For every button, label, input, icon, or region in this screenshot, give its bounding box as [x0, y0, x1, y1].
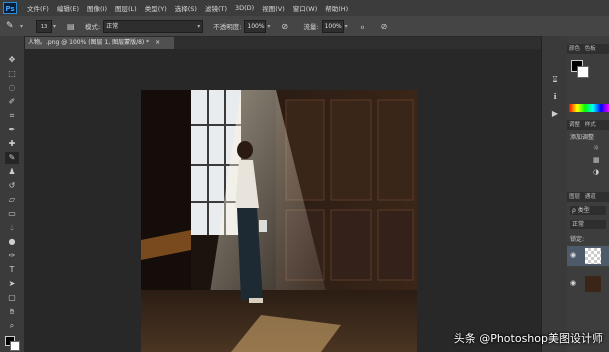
menu-bar: Ps 文件(F) 编辑(E) 图像(I) 图层(L) 类型(Y) 选择(S) 滤… — [0, 0, 609, 16]
eyedropper-tool-icon[interactable]: ✒ — [5, 124, 19, 136]
menu-help[interactable]: 帮助(H) — [325, 3, 348, 13]
path-selection-tool-icon[interactable]: ➤ — [5, 278, 19, 290]
document-tab[interactable]: 人物。.png @ 100% (图层 1, 图层蒙版/8) * × — [24, 37, 174, 49]
mode-chevron-icon: ▾ — [197, 22, 201, 30]
actions-panel-icon[interactable]: ▶ — [549, 108, 561, 119]
mode-label: 模式: — [85, 23, 101, 31]
options-bar: ✎ ▾ 13 ▾ ▤ 模式: 正常 ▾ 不透明度: 100% ▾ ⊘ 流量: 1… — [0, 16, 609, 37]
opacity-chevron-icon[interactable]: ▾ — [267, 23, 275, 30]
menu-view[interactable]: 视图(V) — [262, 3, 285, 13]
menu-image[interactable]: 图像(I) — [87, 3, 107, 13]
type-tool-icon[interactable]: T — [5, 264, 19, 276]
flow-input[interactable]: 100% — [321, 19, 344, 33]
healing-brush-tool-icon[interactable]: ✚ — [5, 138, 19, 150]
tab-adjustments[interactable]: 调整 — [569, 122, 580, 128]
layer-kind-filter[interactable]: ρ 类型 — [570, 206, 606, 215]
layer-row-2[interactable]: ◉ — [567, 274, 609, 294]
tab-layers[interactable]: 图层 — [569, 194, 580, 200]
menu-type[interactable]: 类型(Y) — [145, 3, 167, 13]
add-adjustment-label: 添加调整 — [570, 134, 595, 141]
layer-visibility-eye-icon[interactable]: ◉ — [570, 251, 576, 259]
menu-filter[interactable]: 滤镜(T) — [205, 3, 227, 13]
rectangle-tool-icon[interactable]: ▢ — [5, 292, 19, 304]
flow-label: 流量: — [303, 23, 319, 31]
tab-styles[interactable]: 样式 — [585, 122, 596, 128]
lasso-tool-icon[interactable]: ◌ — [5, 82, 19, 94]
document-tab-close-icon[interactable]: × — [155, 39, 160, 46]
menu-edit[interactable]: 编辑(E) — [57, 3, 79, 13]
move-tool-icon[interactable]: ✥ — [5, 54, 19, 66]
flow-chevron-icon[interactable]: ▾ — [345, 23, 353, 30]
photoshop-logo: Ps — [3, 2, 17, 14]
levels-adjust-icon[interactable]: ▦ — [593, 156, 600, 164]
document-image[interactable] — [141, 90, 417, 352]
adjustments-panel-tab[interactable]: 调整 样式 — [567, 120, 609, 130]
blend-mode-select[interactable]: 正常 — [570, 220, 606, 229]
zoom-tool-icon[interactable]: ⌕ — [5, 320, 19, 332]
blur-tool-icon[interactable]: 💧︎ — [5, 222, 19, 234]
brightness-adjust-icon[interactable]: ☼ — [593, 144, 599, 152]
tab-color[interactable]: 颜色 — [569, 46, 580, 52]
hand-tool-icon[interactable]: ✋︎ — [5, 306, 19, 318]
history-panel-icon[interactable]: ⌛︎ — [549, 74, 561, 85]
mode-select[interactable]: 正常 ▾ — [103, 19, 204, 33]
gradient-tool-icon[interactable]: ▭ — [5, 208, 19, 220]
tools-panel: ✥ ⬚ ◌ ✐ ⌗ ✒ ✚ ✎ ♟ ↺ ▱ ▭ 💧︎ ● ✑ T ➤ ▢ ✋︎ … — [0, 36, 25, 352]
watermark-text: 头条 @Photoshop美图设计师 — [453, 332, 603, 345]
right-panels: 颜色 色板 调整 样式 添加调整 ☼ ▦ ◑ 图层 通道 ρ 类型 正常 锁定:… — [567, 36, 609, 352]
document-tab-bar: 人物。.png @ 100% (图层 1, 图层蒙版/8) * × — [24, 37, 541, 49]
menu-3d[interactable]: 3D(D) — [235, 4, 254, 12]
opacity-value: 100% — [247, 22, 265, 30]
quick-selection-tool-icon[interactable]: ✐ — [5, 96, 19, 108]
crop-tool-icon[interactable]: ⌗ — [5, 110, 19, 122]
flow-value: 100% — [324, 22, 342, 30]
color-spectrum-bar[interactable] — [569, 104, 609, 112]
opacity-label: 不透明度: — [213, 23, 242, 31]
brush-panel-toggle-icon[interactable]: ▤ — [67, 22, 79, 31]
clone-stamp-tool-icon[interactable]: ♟ — [5, 166, 19, 178]
layer-thumbnail — [585, 276, 601, 292]
dodge-tool-icon[interactable]: ● — [5, 236, 19, 248]
eraser-tool-icon[interactable]: ▱ — [5, 194, 19, 206]
menu-layer[interactable]: 图层(L) — [115, 3, 137, 13]
brush-picker-chevron-icon[interactable]: ▾ — [53, 23, 61, 30]
background-color-picker[interactable] — [577, 66, 589, 78]
brush-size-picker[interactable]: 13 — [36, 19, 52, 33]
document-tab-title: 人物。.png @ 100% (图层 1, 图层蒙版/8) * — [28, 39, 150, 46]
tool-preset-chevron-icon[interactable]: ▾ — [20, 23, 30, 30]
panel-dock-strip: ⌛︎ ℹ︎ ▶ — [541, 36, 568, 352]
opacity-pressure-icon[interactable]: ⊘ — [281, 22, 295, 31]
opacity-input[interactable]: 100% — [244, 19, 267, 33]
tab-channels[interactable]: 通道 — [585, 194, 596, 200]
tab-swatches[interactable]: 色板 — [585, 46, 596, 52]
brush-tool-icon[interactable]: ✎ — [6, 21, 20, 31]
color-panel-tab[interactable]: 颜色 色板 — [567, 44, 609, 54]
layer-thumbnail — [585, 248, 601, 264]
room-photo-illustration — [141, 90, 417, 352]
mode-value: 正常 — [106, 22, 119, 30]
layers-panel-tab[interactable]: 图层 通道 — [567, 192, 609, 202]
size-pressure-icon[interactable]: ⊘ — [381, 22, 395, 31]
menu-select[interactable]: 选择(S) — [175, 3, 197, 13]
brush-tool-icon[interactable]: ✎ — [5, 152, 19, 164]
lock-label: 锁定: — [570, 236, 585, 243]
hue-adjust-icon[interactable]: ◑ — [593, 168, 599, 176]
pen-tool-icon[interactable]: ✑ — [5, 250, 19, 262]
layer-visibility-eye-icon[interactable]: ◉ — [570, 279, 576, 287]
background-color-swatch[interactable] — [10, 341, 20, 351]
marquee-tool-icon[interactable]: ⬚ — [5, 68, 19, 80]
brush-size-value: 13 — [40, 23, 48, 30]
menu-window[interactable]: 窗口(W) — [293, 3, 318, 13]
airbrush-icon[interactable]: ℴ — [361, 22, 375, 31]
menu-file[interactable]: 文件(F) — [27, 3, 49, 13]
properties-panel-icon[interactable]: ℹ︎ — [549, 91, 561, 102]
layer-row-1[interactable]: ◉ — [567, 246, 609, 266]
history-brush-tool-icon[interactable]: ↺ — [5, 180, 19, 192]
